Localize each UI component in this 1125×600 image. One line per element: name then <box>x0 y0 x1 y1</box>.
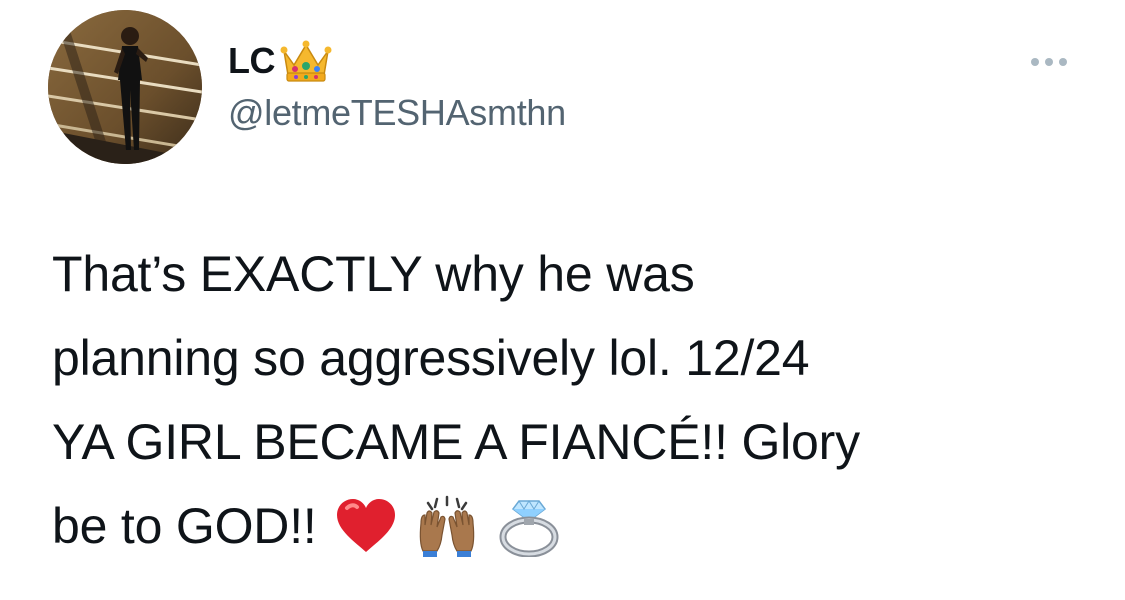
user-handle[interactable]: @letmeTESHAsmthn <box>228 92 566 134</box>
ring-icon <box>497 495 561 557</box>
crown-icon <box>279 39 333 83</box>
more-dot-icon <box>1045 58 1053 66</box>
tweet-line: That’s EXACTLY why he was <box>52 246 695 302</box>
display-name[interactable]: LC <box>228 40 276 82</box>
tweet-line: YA GIRL BECAME A FIANCÉ!! Glory <box>52 414 860 470</box>
tweet-line: planning so aggressively lol. 12/24 <box>52 330 810 386</box>
red-heart-icon <box>335 498 397 554</box>
avatar-photo <box>48 10 202 164</box>
avatar[interactable] <box>48 10 202 164</box>
more-dot-icon <box>1059 58 1067 66</box>
more-options-button[interactable] <box>1024 50 1074 74</box>
more-dot-icon <box>1031 58 1039 66</box>
tweet-card: LC @letmeTESHAsmthn That’s EXACTLY why h… <box>0 0 1125 600</box>
tweet-line-last: be to GOD!! <box>52 484 1092 568</box>
raising-hands-icon <box>415 495 479 557</box>
name-row: LC <box>228 36 333 86</box>
emoji-row <box>335 495 561 557</box>
tweet-line: be to GOD!! <box>52 498 317 554</box>
tweet-text: That’s EXACTLY why he was planning so ag… <box>52 232 1092 568</box>
